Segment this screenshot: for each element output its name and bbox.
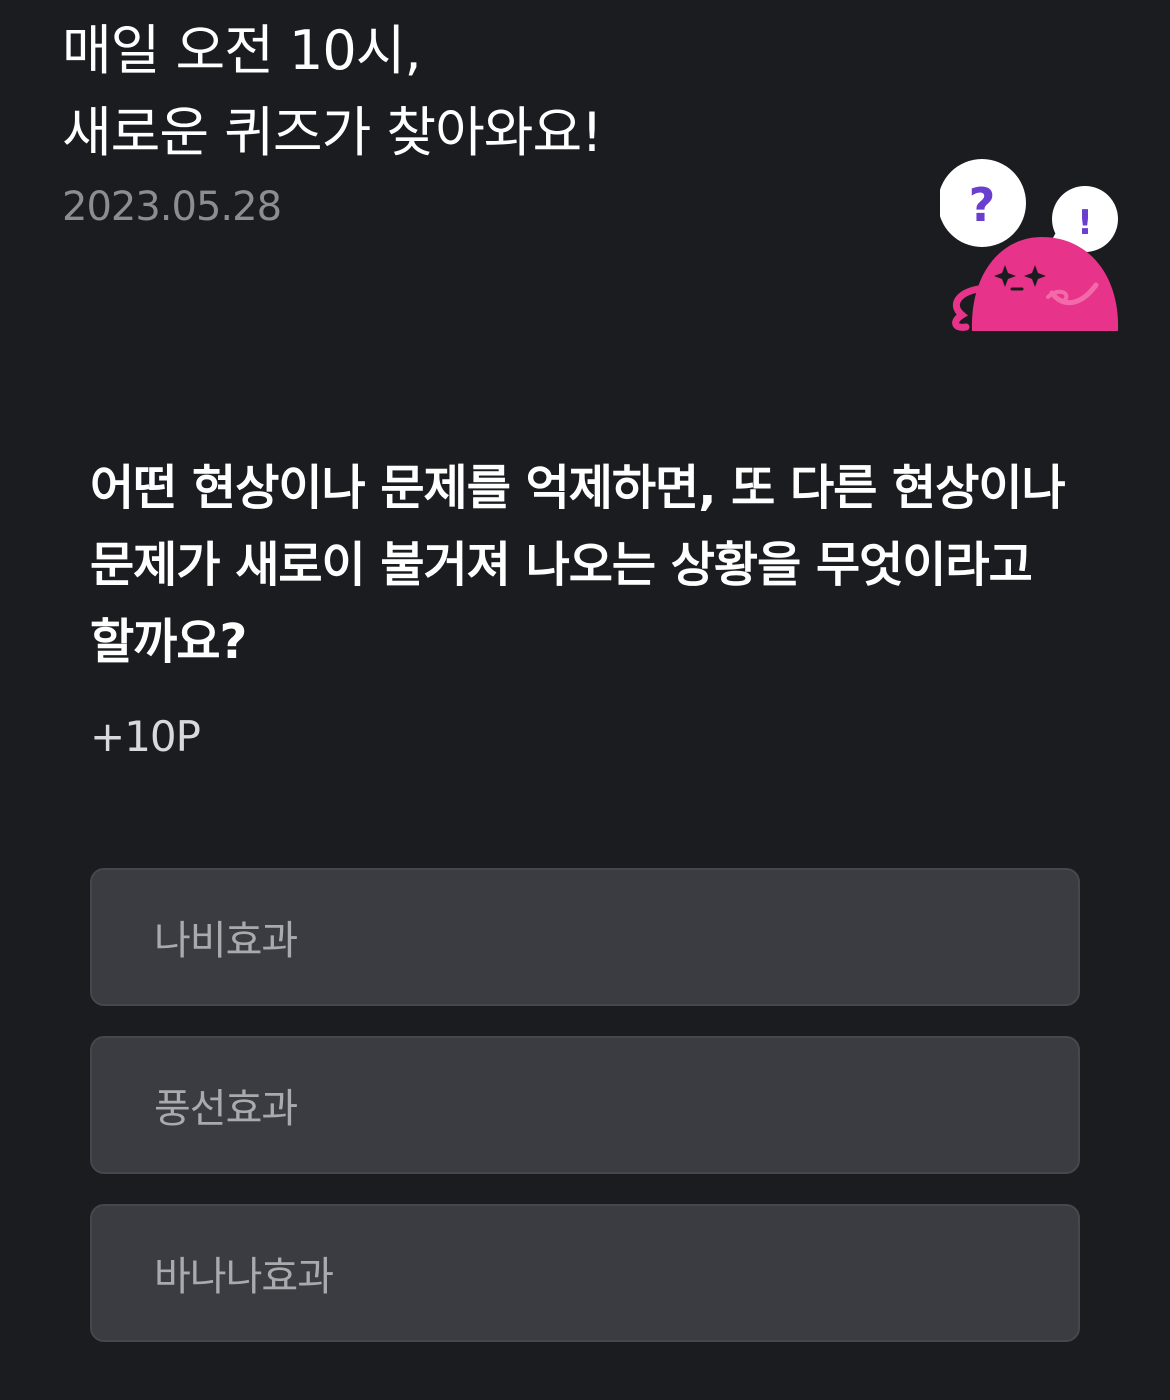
reward-points-label: +10P xyxy=(90,712,201,761)
answer-option-label: 바나나효과 xyxy=(154,1254,334,1300)
quiz-question: 어떤 현상이나 문제를 억제하면, 또 다른 현상이나 문제가 새로이 불거져 … xyxy=(90,460,1066,670)
question-bubble-icon: ? xyxy=(938,159,1026,247)
answer-option-3[interactable]: 바나나효과 xyxy=(90,1204,1080,1342)
quiz-header: 매일 오전 10시, 새로운 퀴즈가 찾아와요! 2023.05.28 xyxy=(62,10,822,230)
answer-option-2[interactable]: 풍선효과 xyxy=(90,1036,1080,1174)
pink-blob-body xyxy=(952,237,1119,331)
answer-option-label: 나비효과 xyxy=(154,918,298,964)
pink-blob-character-icon: ? ! xyxy=(938,159,1119,331)
quiz-mascot-illustration: ? ! xyxy=(938,155,1130,335)
answer-option-label: 풍선효과 xyxy=(154,1086,298,1132)
question-mark-glyph: ? xyxy=(969,178,996,232)
page-title-line-2: 새로운 퀴즈가 찾아와요! xyxy=(62,101,603,164)
quiz-date: 2023.05.28 xyxy=(62,184,282,230)
exclamation-mark-glyph: ! xyxy=(1077,203,1093,243)
page-title: 매일 오전 10시, 새로운 퀴즈가 찾아와요! xyxy=(62,10,822,174)
answer-options: 나비효과 풍선효과 바나나효과 xyxy=(90,868,1080,1372)
answer-option-1[interactable]: 나비효과 xyxy=(90,868,1080,1006)
page-title-line-1: 매일 오전 10시, xyxy=(62,19,422,82)
